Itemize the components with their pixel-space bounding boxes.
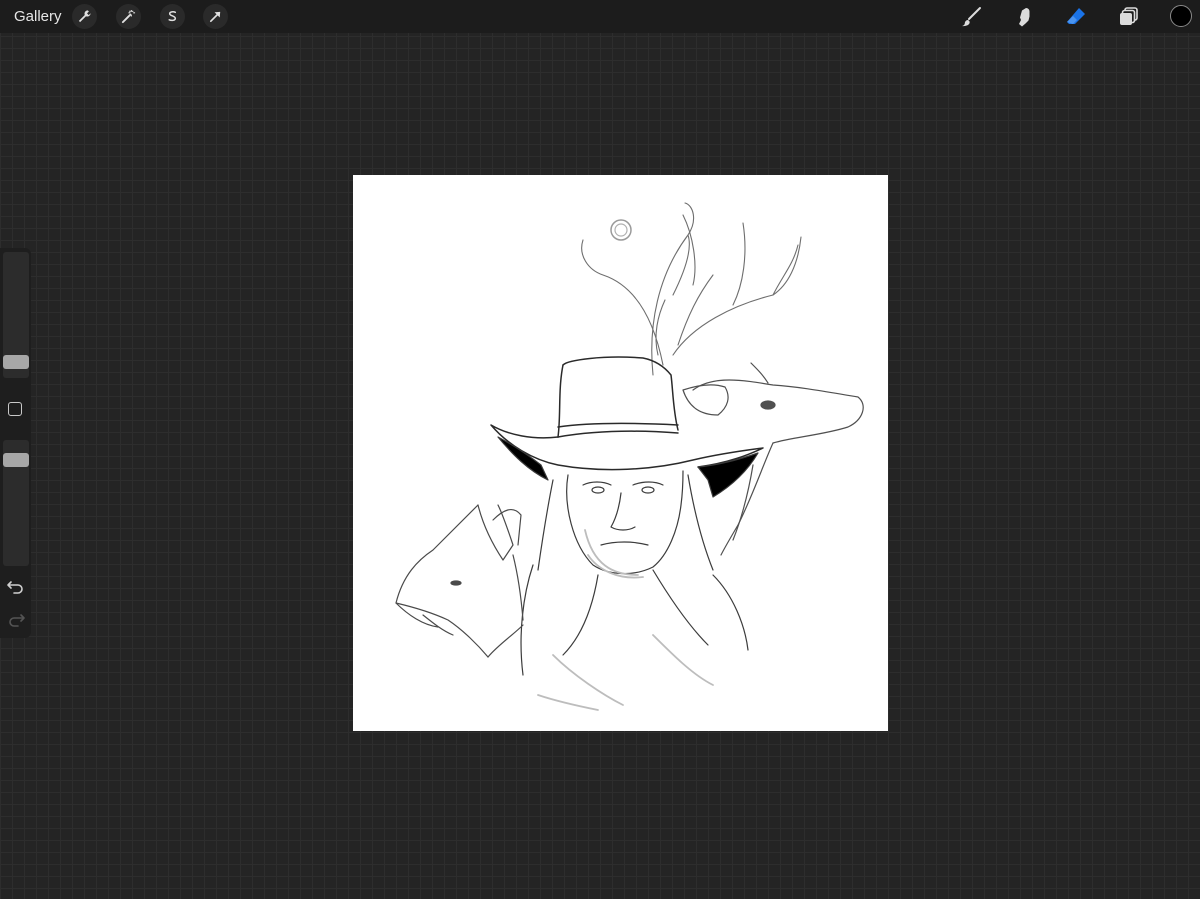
eraser-icon xyxy=(1066,7,1085,24)
brush-size-thumb[interactable] xyxy=(3,355,29,369)
magic-wand-icon xyxy=(121,9,136,24)
selection-button[interactable] xyxy=(160,4,185,29)
sketch-artwork xyxy=(395,202,864,711)
undo-icon[interactable] xyxy=(6,576,26,596)
gallery-button[interactable]: Gallery xyxy=(14,8,62,25)
transform-button[interactable] xyxy=(203,4,228,29)
top-toolbar: Gallery xyxy=(0,0,1200,33)
brush-icon xyxy=(961,6,981,26)
layers-button[interactable] xyxy=(1115,3,1142,30)
arrow-cursor-icon xyxy=(209,11,221,23)
drawing-canvas[interactable] xyxy=(353,175,888,731)
smudge-tool-button[interactable] xyxy=(1010,3,1037,30)
brush-tool-button[interactable] xyxy=(957,3,984,30)
color-picker-swatch[interactable] xyxy=(1170,5,1192,27)
left-sidebar xyxy=(0,248,31,638)
eraser-tool-button[interactable] xyxy=(1062,3,1089,30)
layers-icon xyxy=(1119,6,1138,25)
modify-button-square-icon[interactable] xyxy=(8,402,22,416)
selection-s-icon xyxy=(168,11,177,22)
wrench-icon xyxy=(78,10,91,23)
opacity-thumb[interactable] xyxy=(3,453,29,467)
actions-button[interactable] xyxy=(72,4,97,29)
smudge-finger-icon xyxy=(1018,7,1029,26)
redo-icon[interactable] xyxy=(6,609,26,629)
adjustments-button[interactable] xyxy=(116,4,141,29)
